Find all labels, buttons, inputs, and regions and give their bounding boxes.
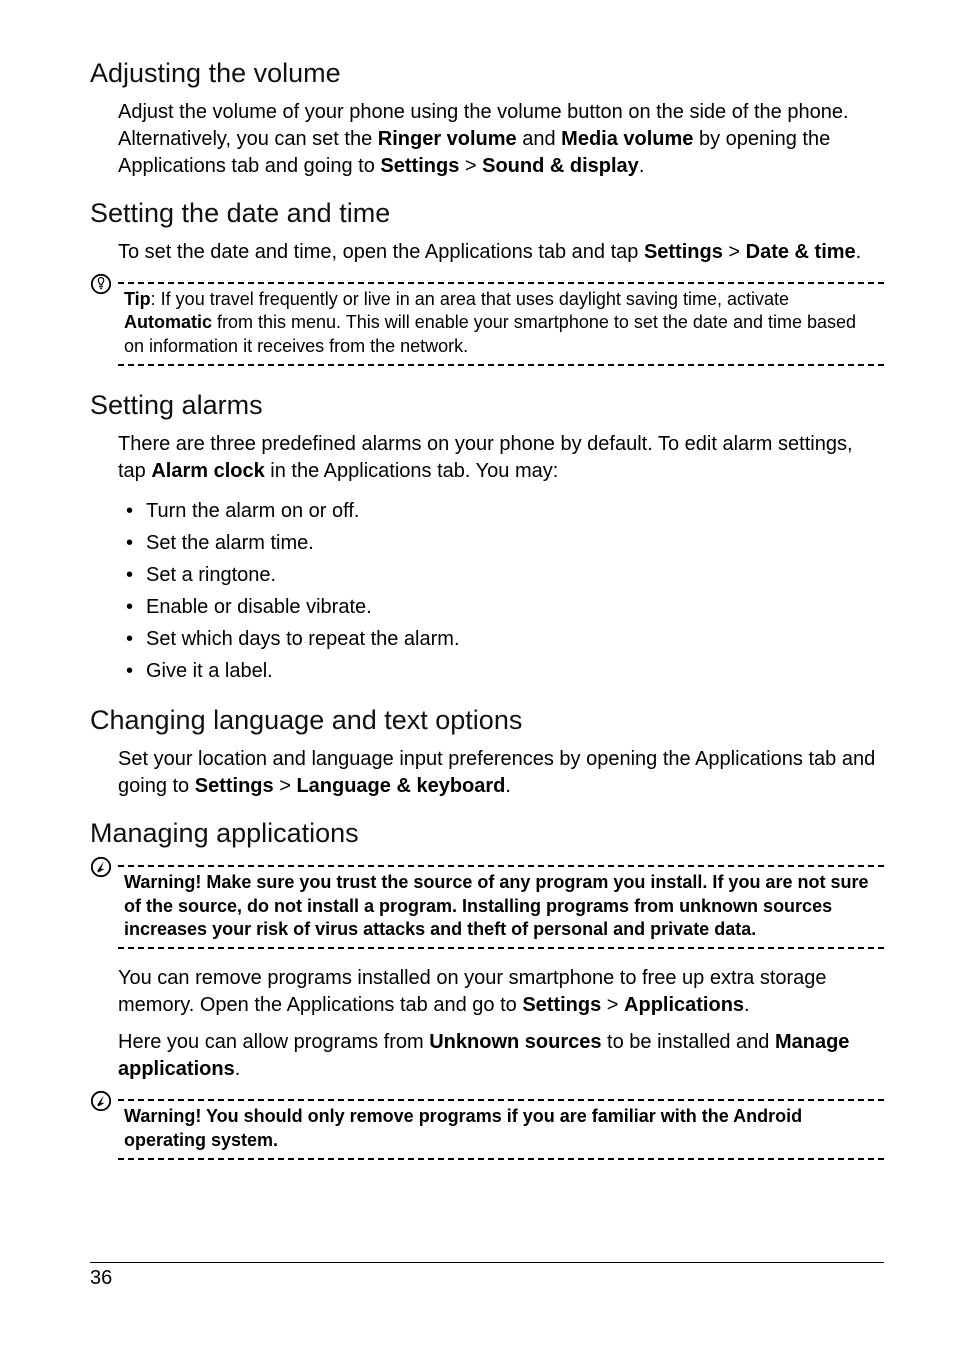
text-bold: Settings bbox=[195, 775, 274, 797]
list-item: Set the alarm time. bbox=[118, 527, 884, 559]
page: Adjusting the volume Adjust the volume o… bbox=[0, 0, 954, 1352]
paragraph: To set the date and time, open the Appli… bbox=[118, 239, 884, 266]
text: and bbox=[517, 128, 561, 150]
paragraph: You can remove programs installed on you… bbox=[118, 965, 884, 1019]
warning-text: Warning! You should only remove programs… bbox=[118, 1101, 884, 1154]
page-number: 36 bbox=[90, 1267, 112, 1289]
text: . bbox=[505, 775, 511, 797]
text: . bbox=[744, 994, 750, 1016]
heading-changing-language: Changing language and text options bbox=[90, 705, 884, 736]
paragraph: Set your location and language input pre… bbox=[118, 746, 884, 800]
heading-adjusting-volume: Adjusting the volume bbox=[90, 58, 884, 89]
text-bold: Ringer volume bbox=[378, 128, 517, 150]
paragraph: Here you can allow programs from Unknown… bbox=[118, 1029, 884, 1083]
text: . bbox=[639, 155, 645, 177]
heading-setting-date-time: Setting the date and time bbox=[90, 198, 884, 229]
list-item: Set which days to repeat the alarm. bbox=[118, 623, 884, 655]
text: . bbox=[856, 241, 862, 263]
tip-callout: Tip: If you travel frequently or live in… bbox=[118, 276, 884, 372]
text-bold: Warning! Make sure you trust the source … bbox=[124, 872, 868, 939]
text-bold: Tip bbox=[124, 289, 151, 309]
dashed-divider bbox=[118, 1158, 884, 1160]
warning-callout: Warning! Make sure you trust the source … bbox=[118, 859, 884, 955]
text: > bbox=[601, 994, 624, 1016]
text-bold: Settings bbox=[380, 155, 459, 177]
text-bold: Settings bbox=[644, 241, 723, 263]
text: To set the date and time, open the Appli… bbox=[118, 241, 644, 263]
text-bold: Settings bbox=[522, 994, 601, 1016]
warning-text: Warning! Make sure you trust the source … bbox=[118, 867, 884, 943]
list-item: Turn the alarm on or off. bbox=[118, 495, 884, 527]
warning-icon bbox=[90, 856, 112, 878]
text: in the Applications tab. You may: bbox=[265, 460, 559, 482]
warning-icon bbox=[90, 1090, 112, 1112]
warning-callout: Warning! You should only remove programs… bbox=[118, 1093, 884, 1166]
heading-setting-alarms: Setting alarms bbox=[90, 390, 884, 421]
text: > bbox=[459, 155, 482, 177]
text-bold: Sound & display bbox=[482, 155, 639, 177]
heading-managing-applications: Managing applications bbox=[90, 818, 884, 849]
dashed-divider bbox=[118, 364, 884, 366]
tip-text: Tip: If you travel frequently or live in… bbox=[118, 284, 884, 360]
text: > bbox=[274, 775, 297, 797]
dashed-divider bbox=[118, 947, 884, 949]
text-bold: Automatic bbox=[124, 312, 212, 332]
text-bold: Alarm clock bbox=[151, 460, 264, 482]
text-bold: Media volume bbox=[561, 128, 693, 150]
paragraph: Adjust the volume of your phone using th… bbox=[118, 99, 884, 180]
lightbulb-icon bbox=[90, 273, 112, 295]
text-bold: Applications bbox=[624, 994, 744, 1016]
list-item: Enable or disable vibrate. bbox=[118, 591, 884, 623]
text-bold: Warning! You should only remove programs… bbox=[124, 1106, 802, 1149]
paragraph: There are three predefined alarms on you… bbox=[118, 431, 884, 485]
text: > bbox=[723, 241, 746, 263]
text: . bbox=[235, 1058, 241, 1080]
text: Here you can allow programs from bbox=[118, 1031, 429, 1053]
text: : If you travel frequently or live in an… bbox=[151, 289, 789, 309]
list-item: Give it a label. bbox=[118, 655, 884, 687]
alarm-options-list: Turn the alarm on or off. Set the alarm … bbox=[118, 495, 884, 687]
page-footer: 36 bbox=[90, 1262, 884, 1290]
text: from this menu. This will enable your sm… bbox=[124, 312, 856, 355]
text: to be installed and bbox=[602, 1031, 775, 1053]
text-bold: Language & keyboard bbox=[296, 775, 505, 797]
text-bold: Unknown sources bbox=[429, 1031, 601, 1053]
text-bold: Date & time bbox=[746, 241, 856, 263]
list-item: Set a ringtone. bbox=[118, 559, 884, 591]
